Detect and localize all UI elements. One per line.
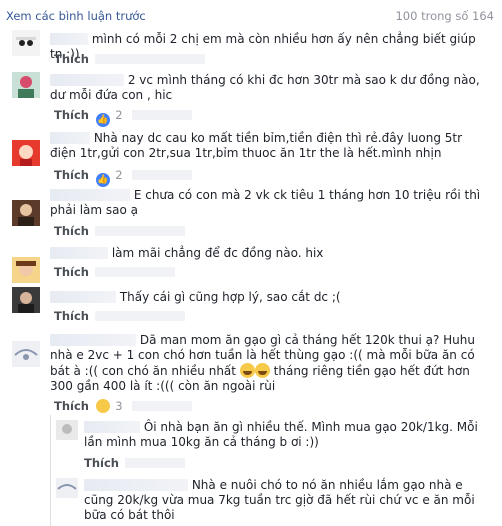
laughing-emoji-icon [239, 363, 255, 378]
like-button[interactable]: Thích [54, 224, 89, 238]
avatar[interactable] [12, 200, 40, 226]
like-button[interactable]: Thích [54, 108, 89, 122]
comment-actions: Thích [54, 52, 205, 66]
author-name[interactable] [50, 334, 136, 346]
comment-actions: Thích 👍 2 [54, 108, 193, 127]
like-button[interactable]: Thích [84, 456, 119, 470]
comment-text: Thấy cái gì cũng hợp lý, sao cắt dc ;( [119, 290, 341, 304]
avatar[interactable] [56, 478, 78, 498]
avatar[interactable] [12, 140, 40, 166]
laughing-emoji-icon [254, 363, 270, 378]
comment-actions: Thích 3 [54, 399, 193, 413]
like-button[interactable]: Thích [54, 52, 89, 66]
comment-actions: Thích [54, 265, 175, 279]
comment-body: Dã man mom ăn gạo gì cả tháng hết 120k t… [50, 333, 490, 394]
comment-body: 2 vc mình tháng có khi đc hơn 30tr mà sa… [50, 73, 485, 103]
comment: Nhà nay dc cau ko mất tiền bỉm,tiền điện… [0, 128, 502, 188]
comment-body: Nhà e nuôi chó to nó ăn nhiều lắm gạo nh… [84, 478, 494, 523]
view-previous-comments-link[interactable]: Xem các bình luận trước [6, 9, 146, 23]
comments-header: Xem các bình luận trước 100 trong số 164 [0, 0, 502, 26]
comment-body: Thấy cái gì cũng hợp lý, sao cắt dc ;( [50, 290, 490, 305]
like-reaction-icon[interactable]: 👍 [95, 113, 110, 127]
comment-text: làm mãi chẳng để đc đồng nào. hix [111, 246, 324, 260]
like-button[interactable]: Thích [54, 309, 89, 323]
timestamp[interactable] [132, 401, 193, 411]
reaction-count[interactable]: 2 [115, 108, 122, 122]
author-name[interactable] [50, 189, 130, 201]
comment-actions: Thích 👍 2 [54, 168, 193, 187]
comment-body: làm mãi chẳng để đc đồng nào. hix [50, 246, 490, 261]
author-name[interactable] [84, 479, 188, 491]
avatar[interactable] [12, 341, 40, 367]
comment: Thấy cái gì cũng hợp lý, sao cắt dc ;( T… [0, 287, 502, 327]
author-name[interactable] [50, 132, 90, 144]
timestamp[interactable] [94, 54, 205, 64]
reaction-count[interactable]: 3 [115, 399, 122, 413]
avatar[interactable] [12, 287, 40, 313]
avatar[interactable] [12, 257, 40, 283]
author-name[interactable] [50, 291, 116, 303]
author-name[interactable] [84, 421, 140, 433]
timestamp[interactable] [94, 267, 175, 277]
author-name[interactable] [50, 33, 88, 45]
like-button[interactable]: Thích [54, 168, 89, 182]
comment: E chưa có con mà 2 vk ck tiêu 1 tháng hơ… [0, 186, 502, 242]
comment-actions: Thích [84, 456, 185, 470]
reaction-count[interactable]: 2 [115, 168, 122, 182]
timestamp[interactable] [132, 110, 193, 120]
avatar[interactable] [12, 30, 40, 56]
comment-actions: Thích [54, 224, 185, 238]
comment-actions: Thích [54, 309, 185, 323]
comment-body: E chưa có con mà 2 vk ck tiêu 1 tháng hơ… [50, 188, 490, 218]
comment: Dã man mom ăn gạo gì cả tháng hết 120k t… [0, 329, 502, 417]
comment-text: Nhà nay dc cau ko mất tiền bỉm,tiền điện… [50, 131, 463, 160]
avatar[interactable] [56, 420, 78, 440]
like-button[interactable]: Thích [54, 399, 89, 413]
timestamp[interactable] [124, 458, 185, 468]
comment: 2 vc mình tháng có khi đc hơn 30tr mà sa… [0, 70, 502, 127]
comment-text: Ôi nhà bạn ăn gì nhiều thế. Mình mua gạo… [84, 420, 478, 449]
author-name[interactable] [50, 74, 124, 86]
reply: Ôi nhà bạn ăn gì nhiều thế. Mình mua gạo… [0, 418, 502, 474]
timestamp[interactable] [94, 311, 185, 321]
haha-reaction-icon[interactable] [95, 399, 110, 413]
comment-body: Nhà nay dc cau ko mất tiền bỉm,tiền điện… [50, 131, 490, 161]
like-button[interactable]: Thích [54, 265, 89, 279]
avatar[interactable] [12, 72, 40, 98]
comment-count: 100 trong số 164 [395, 9, 494, 23]
like-reaction-icon[interactable]: 👍 [95, 173, 110, 187]
author-name[interactable] [50, 247, 108, 259]
comment: mình có mỗi 2 chị em mà còn nhiều hơn ấy… [0, 30, 502, 72]
timestamp[interactable] [132, 170, 193, 180]
timestamp[interactable] [94, 226, 185, 236]
comment-body: Ôi nhà bạn ăn gì nhiều thế. Mình mua gạo… [84, 420, 494, 450]
reply: Nhà e nuôi chó to nó ăn nhiều lắm gạo nh… [0, 476, 502, 526]
comment: làm mãi chẳng để đc đồng nào. hix Thích [0, 243, 502, 285]
